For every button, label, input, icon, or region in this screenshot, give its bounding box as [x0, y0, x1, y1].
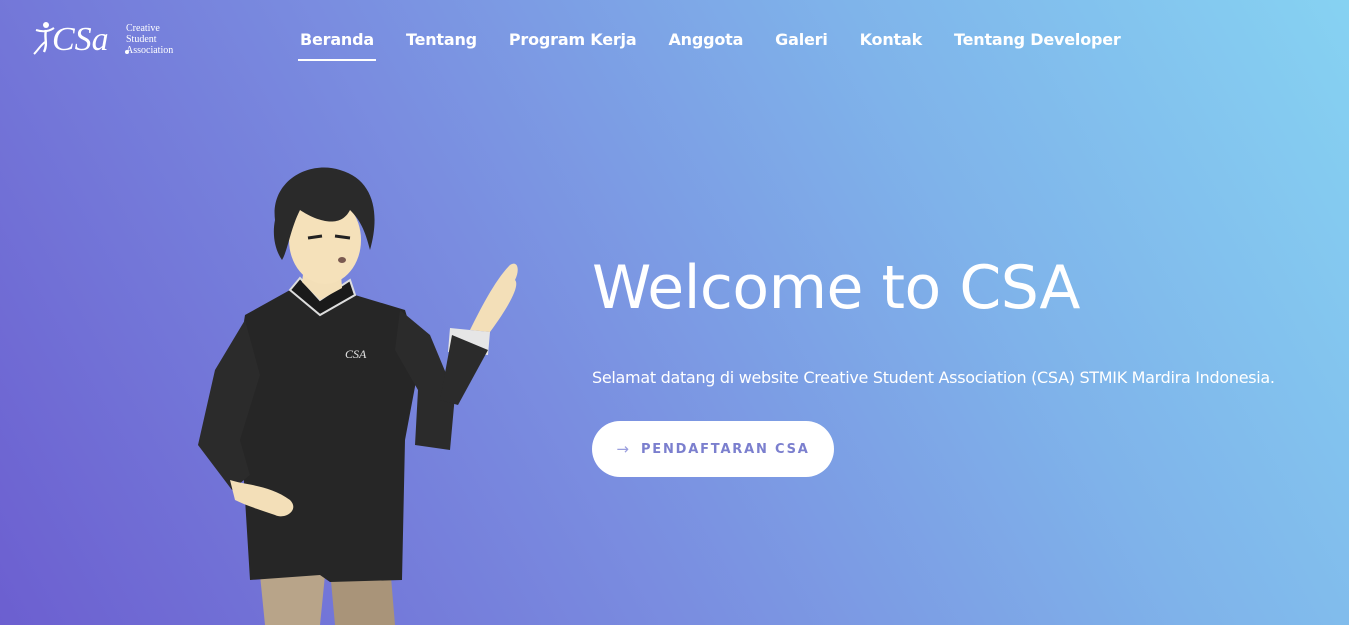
logo-text: Creative Student Association — [126, 23, 173, 56]
hero-title: Welcome to CSA — [592, 253, 1080, 323]
pendaftaran-csa-button[interactable]: → PENDAFTARAN CSA — [592, 421, 834, 477]
logo-line2: Student — [126, 33, 157, 45]
hero-character-illustration: CSA — [198, 167, 518, 625]
shirt-logo: CSA — [345, 347, 367, 361]
main-nav: Beranda Tentang Program Kerja Anggota Ga… — [284, 20, 1137, 64]
csa-logo-icon: CSa — [33, 21, 129, 58]
nav-item-beranda[interactable]: Beranda — [284, 20, 390, 61]
nav-item-kontak[interactable]: Kontak — [844, 20, 938, 61]
nav-item-program-kerja[interactable]: Program Kerja — [493, 20, 653, 61]
arrow-right-icon: → — [616, 440, 629, 458]
hero-section: Welcome to CSA Selamat datang di website… — [592, 250, 1292, 477]
nav-item-tentang-developer[interactable]: Tentang Developer — [938, 20, 1137, 61]
logo-line1: Creative — [126, 22, 160, 34]
nav-item-anggota[interactable]: Anggota — [652, 20, 759, 61]
logo-line3: Association — [126, 44, 174, 56]
hero-subtitle: Selamat datang di website Creative Stude… — [592, 368, 1275, 387]
logo-mark: CSa — [52, 21, 109, 58]
nav-item-galeri[interactable]: Galeri — [759, 20, 843, 61]
cta-label: PENDAFTARAN CSA — [640, 441, 810, 457]
site-logo[interactable]: CSa Creative Student Association — [30, 16, 190, 62]
nav-item-tentang[interactable]: Tentang — [390, 20, 493, 61]
